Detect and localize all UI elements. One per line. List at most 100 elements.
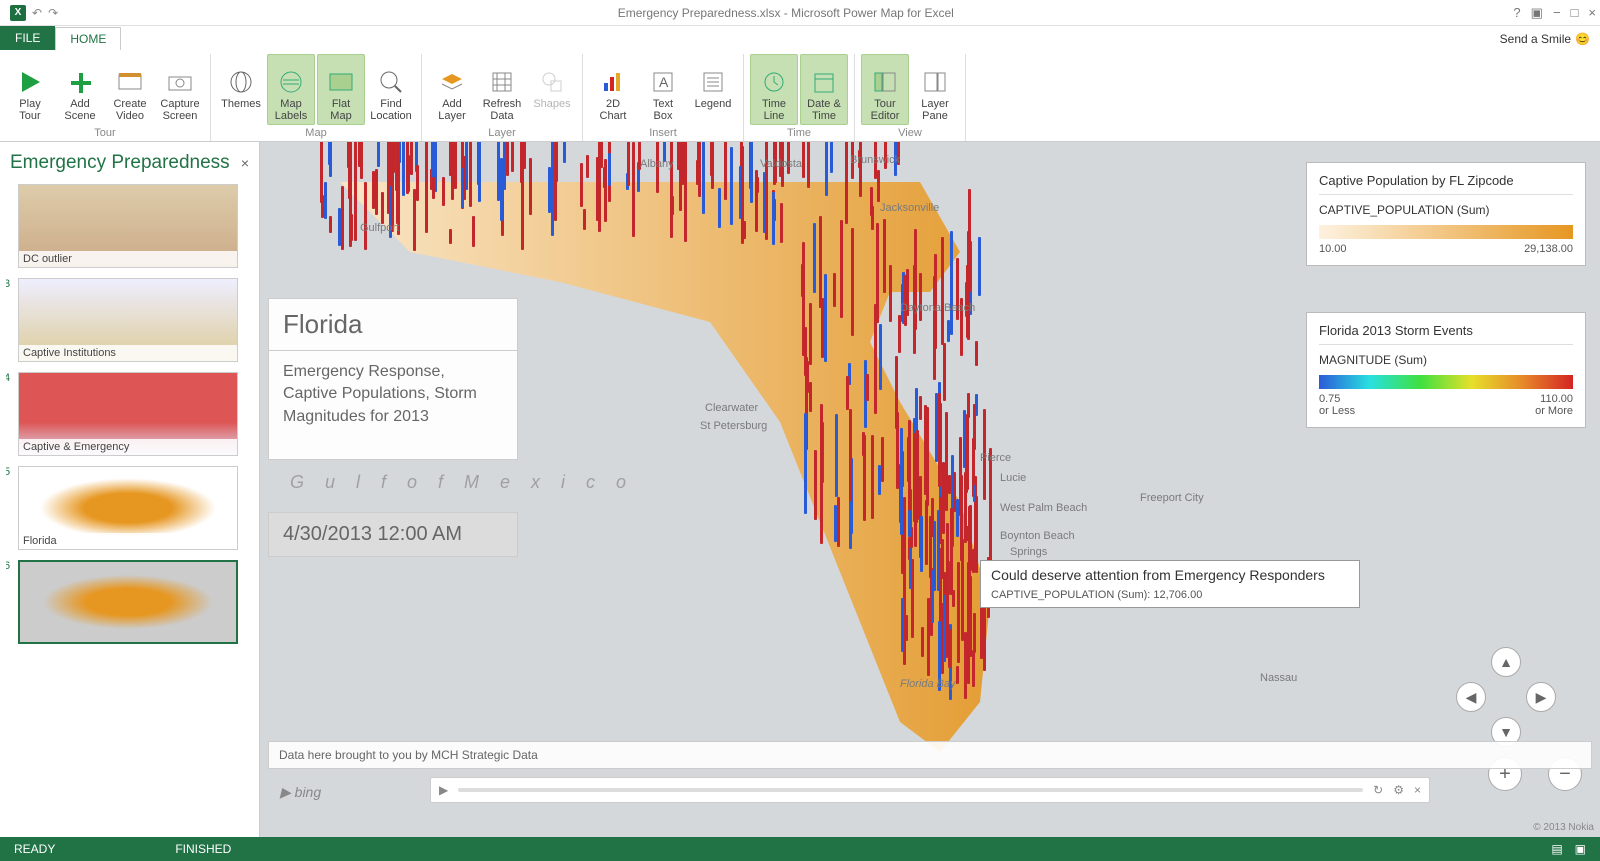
group-layer: Add Layer Refresh Data Shapes Layer [422,54,583,141]
text-box-button[interactable]: AText Box [639,54,687,125]
status-finished: FINISHED [175,842,231,856]
status-ready: READY [14,842,55,856]
city-label: Boynton Beach [1000,530,1075,542]
play-button[interactable]: ▶ [439,783,448,797]
close-button[interactable]: × [1588,5,1596,21]
tabstrip: FILE HOME Send a Smile😊 [0,26,1600,50]
capture-screen-button[interactable]: Capture Screen [156,54,204,125]
map-labels-button[interactable]: Map Labels [267,54,315,125]
scene-list[interactable]: DC outlier 3 Captive Institutions 4 Capt… [6,184,253,833]
2d-chart-button[interactable]: 2D Chart [589,54,637,125]
datetime-button[interactable]: Date & Time [800,54,848,125]
layers-icon [438,68,466,96]
tour-editor-panel: Emergency Preparedness × DC outlier 3 Ca… [0,142,260,837]
globe-label-icon [277,68,305,96]
pane-icon [921,68,949,96]
nav-up-button[interactable]: ▲ [1491,647,1521,677]
ribbon: Play Tour Add Scene Create Video Capture… [0,50,1600,142]
group-insert: 2D Chart AText Box Legend Insert [583,54,744,141]
help-button[interactable]: ? [1513,5,1520,21]
text-icon: A [649,68,677,96]
themes-button[interactable]: Themes [217,54,265,125]
nokia-credit: © 2013 Nokia [1533,822,1594,833]
subtitle-card[interactable]: Emergency Response, Captive Populations,… [268,350,518,460]
nav-left-button[interactable]: ◀ [1456,682,1486,712]
loop-button[interactable]: ↻ [1373,783,1383,797]
minimize-button[interactable]: − [1553,5,1561,21]
city-label: Florida Bay [900,678,956,690]
scene-item[interactable]: 3 Captive Institutions [6,278,253,362]
panel-close-button[interactable]: × [241,155,249,171]
calendar-icon [810,68,838,96]
city-label: Springs [1010,546,1047,558]
send-smile[interactable]: Send a Smile😊 [1490,28,1600,50]
city-label: West Palm Beach [1000,502,1087,514]
tab-file[interactable]: FILE [0,26,55,50]
city-label: Freeport City [1140,492,1204,504]
ribbon-options-button[interactable]: ▣ [1531,5,1543,21]
scene-item[interactable]: 4 Captive & Emergency [6,372,253,456]
refresh-icon [488,68,516,96]
timeline-track[interactable] [458,788,1363,792]
clock-icon [760,68,788,96]
shapes-icon [538,68,566,96]
bing-logo: ▶ bing [280,784,321,801]
city-label: St Petersburg [700,420,767,432]
timeline-playbar[interactable]: ▶ ↻ ⚙ × [430,777,1430,803]
legend-icon [699,68,727,96]
city-label: Valdosta [760,158,802,170]
svg-text:A: A [659,74,669,90]
globe-icon [227,68,255,96]
flat-map-icon [327,68,355,96]
title-card[interactable]: Florida [268,298,518,351]
group-time: Time Line Date & Time Time [744,54,855,141]
create-video-button[interactable]: Create Video [106,54,154,125]
find-location-button[interactable]: Find Location [367,54,415,125]
timestamp-card[interactable]: 4/30/2013 12:00 AM [268,512,518,557]
excel-icon: X [10,5,26,21]
maximize-button[interactable]: □ [1571,5,1579,21]
city-label: Daytona Beach [900,302,975,314]
legend-storm[interactable]: Florida 2013 Storm Events MAGNITUDE (Sum… [1306,312,1586,428]
city-label: Albany [640,158,674,170]
camera-icon [166,68,194,96]
legend-button[interactable]: Legend [689,54,737,125]
map-canvas[interactable]: G u l f o f M e x i c o Albany Valdosta … [260,142,1600,837]
city-label: Clearwater [705,402,758,414]
panel-title: Emergency Preparedness × [6,146,253,184]
play-icon [16,68,44,96]
tour-editor-button[interactable]: Tour Editor [861,54,909,125]
refresh-data-button[interactable]: Refresh Data [478,54,526,125]
nav-right-button[interactable]: ▶ [1526,682,1556,712]
scene-item[interactable]: 6 [6,560,253,644]
window-title: Emergency Preparedness.xlsx - Microsoft … [58,6,1513,20]
bar-chart-icon [599,68,627,96]
add-scene-button[interactable]: Add Scene [56,54,104,125]
view-normal-button[interactable]: ▤ [1551,842,1562,856]
statusbar: READY FINISHED ▤ ▣ [0,837,1600,861]
credit-bar: Data here brought to you by MCH Strategi… [268,741,1592,769]
city-label: Jacksonville [880,202,939,214]
group-view: Tour Editor Layer Pane View [855,54,966,141]
group-map: Themes Map Labels Flat Map Find Location… [211,54,422,141]
titlebar: X ↶ ↷ Emergency Preparedness.xlsx - Micr… [0,0,1600,26]
legend-population[interactable]: Captive Population by FL Zipcode CAPTIVE… [1306,162,1586,266]
settings-button[interactable]: ⚙ [1393,783,1404,797]
group-tour: Play Tour Add Scene Create Video Capture… [0,54,211,141]
undo-button[interactable]: ↶ [32,6,42,20]
tab-home[interactable]: HOME [55,27,121,50]
add-layer-button[interactable]: Add Layer [428,54,476,125]
city-label: Brunswick [850,154,900,166]
scene-item[interactable]: DC outlier [6,184,253,268]
timeline-close-button[interactable]: × [1414,783,1421,797]
city-label: Nassau [1260,672,1297,684]
view-full-button[interactable]: ▣ [1575,842,1586,856]
timeline-button[interactable]: Time Line [750,54,798,125]
city-label: Pierce [980,452,1011,464]
flat-map-button[interactable]: Flat Map [317,54,365,125]
scene-item[interactable]: 5 Florida [6,466,253,550]
layer-pane-button[interactable]: Layer Pane [911,54,959,125]
smile-icon: 😊 [1575,32,1590,46]
redo-button[interactable]: ↷ [48,6,58,20]
play-tour-button[interactable]: Play Tour [6,54,54,125]
